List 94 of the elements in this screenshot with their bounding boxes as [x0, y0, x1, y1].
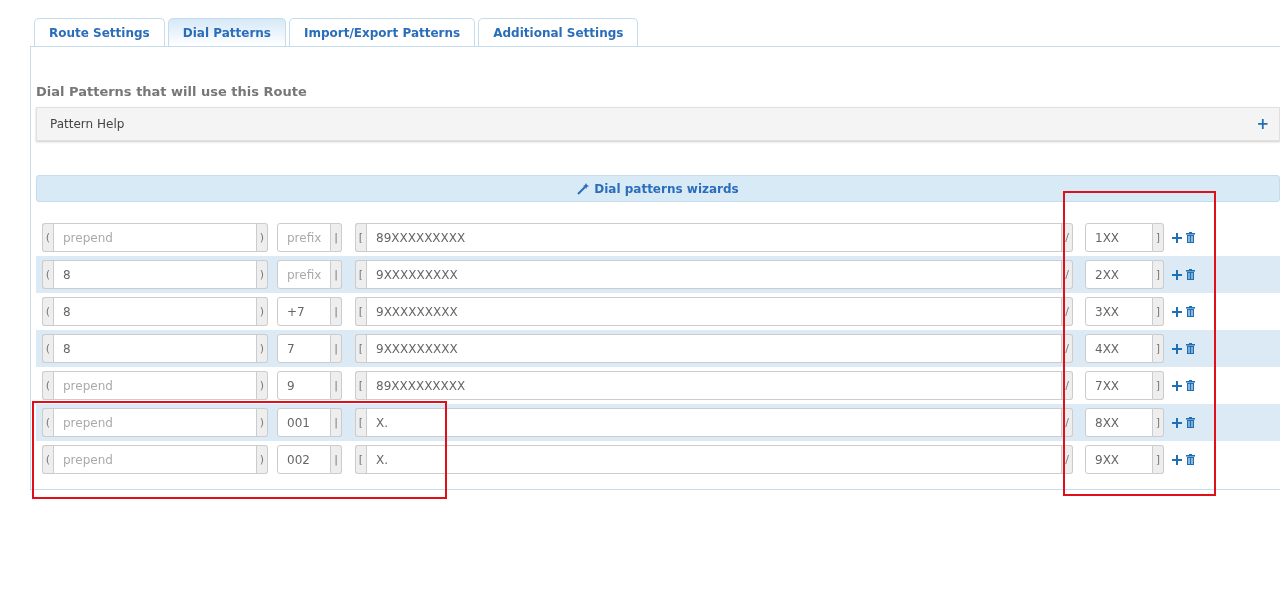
match-pattern-field[interactable]: X.: [366, 408, 1062, 437]
bracket-addon: (: [42, 445, 53, 474]
bracket-addon: (: [42, 334, 53, 363]
match-pattern-field[interactable]: 9XXXXXXXXX: [366, 260, 1062, 289]
prepend-field[interactable]: prepend: [53, 408, 257, 437]
tab[interactable]: Import/Export Patterns: [289, 18, 476, 46]
bracket-addon: /: [1062, 408, 1073, 437]
bracket-addon: ): [257, 334, 268, 363]
bracket-addon: /: [1062, 334, 1073, 363]
tab[interactable]: Dial Patterns: [167, 18, 286, 46]
trash-icon[interactable]: [1186, 269, 1195, 280]
prepend-field[interactable]: prepend: [53, 223, 257, 252]
prepend-field[interactable]: 8: [53, 297, 257, 326]
prefix-field[interactable]: prefix: [277, 260, 331, 289]
trash-icon[interactable]: [1186, 232, 1195, 243]
bracket-addon: [: [355, 260, 366, 289]
bracket-addon: |: [331, 445, 342, 474]
prefix-field[interactable]: 001: [277, 408, 331, 437]
prefix-field[interactable]: +7: [277, 297, 331, 326]
match-pattern-field[interactable]: 9XXXXXXXXX: [366, 334, 1062, 363]
trash-icon[interactable]: [1186, 380, 1195, 391]
bracket-addon: ]: [1153, 260, 1164, 289]
bracket-addon: (: [42, 223, 53, 252]
prefix-field[interactable]: 7: [277, 334, 331, 363]
caller-id-field[interactable]: 7XX: [1085, 371, 1153, 400]
wand-icon: [577, 182, 590, 195]
caller-id-field[interactable]: 3XX: [1085, 297, 1153, 326]
caller-id-field[interactable]: 1XX: [1085, 223, 1153, 252]
bracket-addon: ): [257, 223, 268, 252]
bracket-addon: /: [1062, 223, 1073, 252]
bracket-addon: [: [355, 223, 366, 252]
caller-id-field[interactable]: 4XX: [1085, 334, 1153, 363]
prefix-field[interactable]: prefix: [277, 223, 331, 252]
bracket-addon: /: [1062, 371, 1073, 400]
bracket-addon: ): [257, 297, 268, 326]
bracket-addon: /: [1062, 260, 1073, 289]
plus-icon[interactable]: [1172, 454, 1182, 465]
expand-toggle[interactable]: +: [1256, 115, 1269, 133]
caller-id-field[interactable]: 8XX: [1085, 408, 1153, 437]
bracket-addon: (: [42, 408, 53, 437]
caller-id-field[interactable]: 2XX: [1085, 260, 1153, 289]
plus-icon[interactable]: [1172, 343, 1182, 354]
bracket-addon: ): [257, 260, 268, 289]
bracket-addon: ): [257, 408, 268, 437]
bracket-addon: [: [355, 408, 366, 437]
tab[interactable]: Additional Settings: [478, 18, 639, 46]
bracket-addon: ]: [1153, 334, 1164, 363]
bracket-addon: /: [1062, 297, 1073, 326]
bracket-addon: [: [355, 297, 366, 326]
tab[interactable]: Route Settings: [34, 18, 165, 46]
wizard-button[interactable]: Dial patterns wizards: [36, 175, 1280, 202]
bracket-addon: ): [257, 445, 268, 474]
bracket-addon: |: [331, 408, 342, 437]
caller-id-field[interactable]: 9XX: [1085, 445, 1153, 474]
bracket-addon: [: [355, 371, 366, 400]
bracket-addon: |: [331, 371, 342, 400]
trash-icon[interactable]: [1186, 454, 1195, 465]
plus-icon[interactable]: [1172, 417, 1182, 428]
bracket-addon: ): [257, 371, 268, 400]
match-pattern-field[interactable]: X.: [366, 445, 1062, 474]
bracket-addon: (: [42, 260, 53, 289]
bracket-addon: ]: [1153, 408, 1164, 437]
plus-icon[interactable]: [1172, 306, 1182, 317]
bracket-addon: ]: [1153, 371, 1164, 400]
bracket-addon: (: [42, 297, 53, 326]
plus-icon[interactable]: [1172, 269, 1182, 280]
prefix-field[interactable]: 9: [277, 371, 331, 400]
section-title: Dial Patterns that will use this Route: [36, 84, 308, 99]
trash-icon[interactable]: [1186, 417, 1195, 428]
bracket-addon: /: [1062, 445, 1073, 474]
plus-icon[interactable]: [1172, 380, 1182, 391]
pattern-help-label: Pattern Help: [50, 117, 125, 131]
bracket-addon: [: [355, 445, 366, 474]
trash-icon[interactable]: [1186, 343, 1195, 354]
match-pattern-field[interactable]: 89XXXXXXXXX: [366, 223, 1062, 252]
plus-icon[interactable]: [1172, 232, 1182, 243]
bracket-addon: |: [331, 260, 342, 289]
prepend-field[interactable]: 8: [53, 260, 257, 289]
match-pattern-field[interactable]: 9XXXXXXXXX: [366, 297, 1062, 326]
bracket-addon: ]: [1153, 445, 1164, 474]
bracket-addon: ]: [1153, 223, 1164, 252]
bracket-addon: |: [331, 334, 342, 363]
bracket-addon: ]: [1153, 297, 1164, 326]
prepend-field[interactable]: prepend: [53, 371, 257, 400]
prefix-field[interactable]: 002: [277, 445, 331, 474]
prepend-field[interactable]: 8: [53, 334, 257, 363]
trash-icon[interactable]: [1186, 306, 1195, 317]
bracket-addon: [: [355, 334, 366, 363]
bracket-addon: |: [331, 223, 342, 252]
prepend-field[interactable]: prepend: [53, 445, 257, 474]
match-pattern-field[interactable]: 89XXXXXXXXX: [366, 371, 1062, 400]
bracket-addon: (: [42, 371, 53, 400]
pattern-help-bar[interactable]: Pattern Help +: [36, 107, 1280, 141]
bracket-addon: |: [331, 297, 342, 326]
